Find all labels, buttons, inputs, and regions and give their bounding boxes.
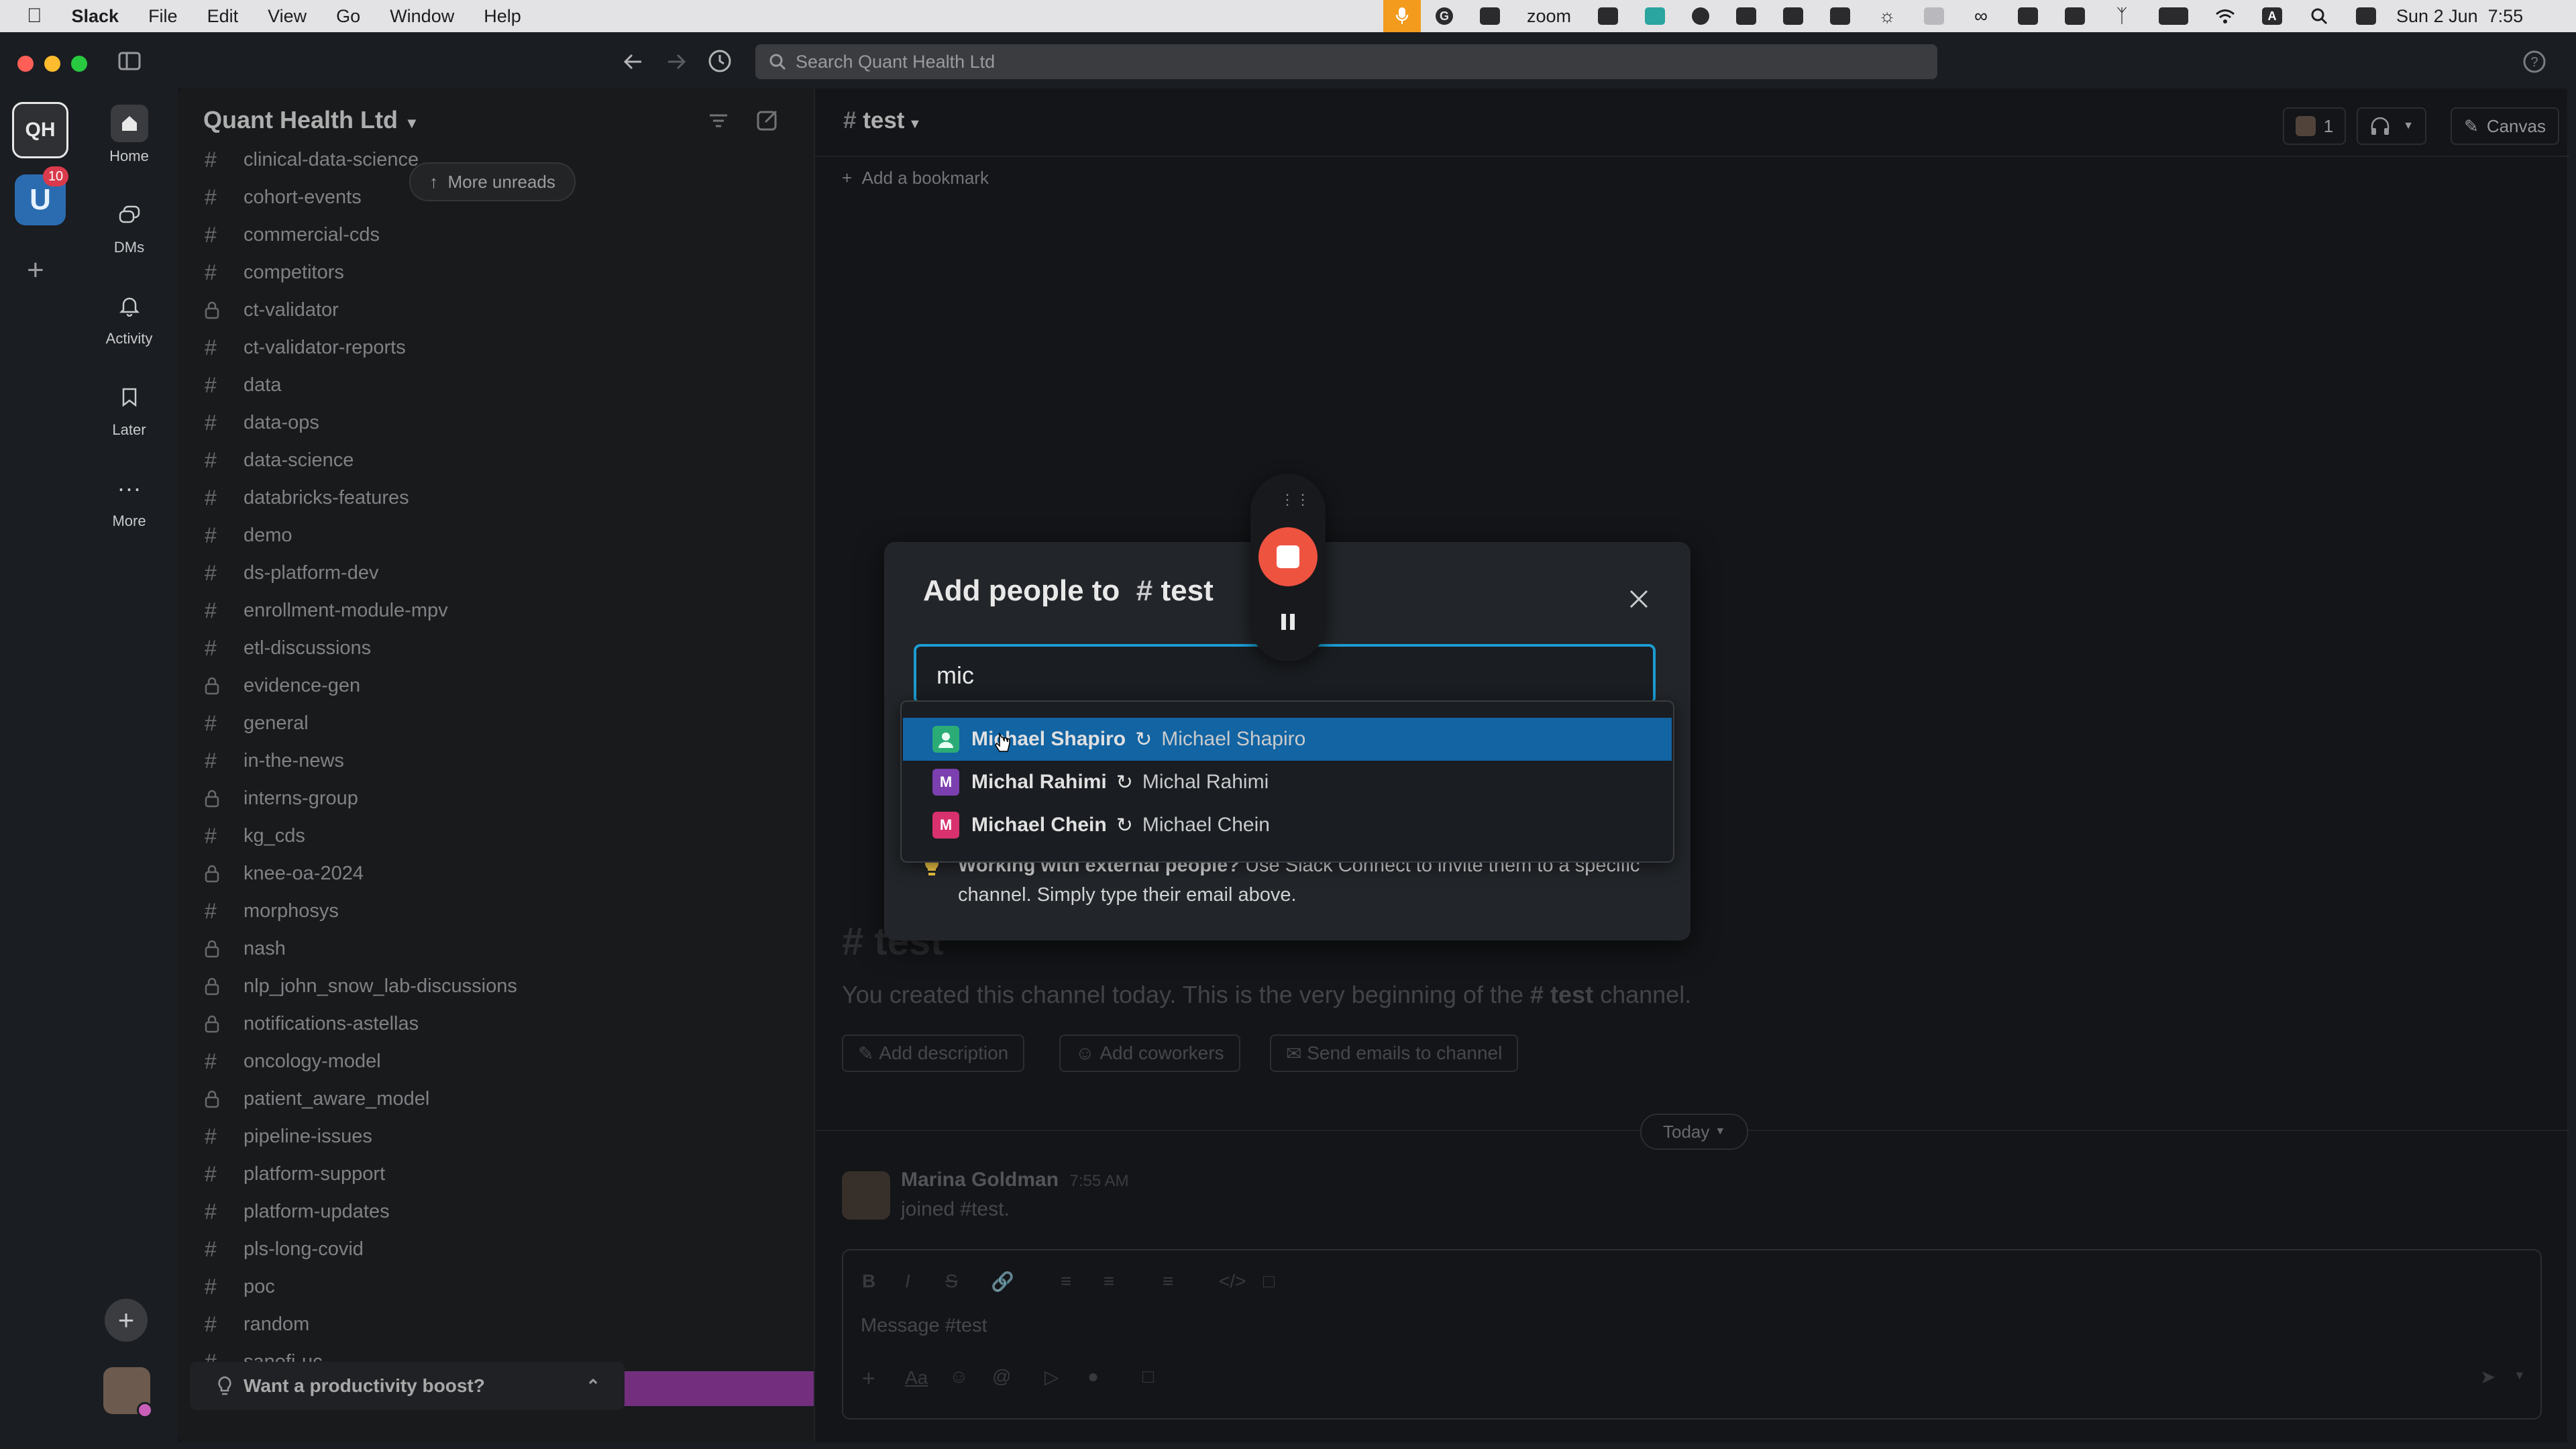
- podcast-icon[interactable]: [1692, 7, 1710, 25]
- menu-help[interactable]: Help: [484, 6, 521, 27]
- drive-icon[interactable]: [1598, 7, 1619, 25]
- apple-menu-icon[interactable]: : [27, 5, 42, 28]
- mouse-cursor: [994, 731, 1012, 755]
- suggestion-avatar: M: [932, 769, 959, 796]
- minimize-window-button[interactable]: [44, 56, 60, 72]
- suggestion-name: Michael Chein: [971, 814, 1107, 836]
- suggestion-avatar: [932, 726, 959, 753]
- zoom-icon[interactable]: zoom: [1527, 6, 1571, 26]
- nav-activity[interactable]: Activity: [80, 287, 178, 347]
- bell-icon: [111, 287, 148, 325]
- grammarly-icon[interactable]: G: [1436, 7, 1453, 25]
- people-suggestions: Michael Shapiro ↻ Michael Shapiro M Mich…: [900, 700, 1674, 863]
- search-placeholder: Search Quant Health Ltd: [796, 51, 996, 72]
- workspace-badge: 10: [43, 166, 68, 186]
- folder-icon[interactable]: [1924, 7, 1945, 25]
- people-icon[interactable]: [1645, 7, 1666, 25]
- suggestion-michael-chein[interactable]: M Michael Chein ↻ Michael Chein: [903, 804, 1672, 847]
- nav-later-label: Later: [112, 421, 146, 438]
- zoom-window-button[interactable]: [71, 56, 87, 72]
- help-icon[interactable]: ?: [2522, 50, 2546, 74]
- nav-more[interactable]: ··· More: [80, 470, 178, 530]
- menu-file[interactable]: File: [148, 6, 178, 27]
- mic-active-icon[interactable]: [1383, 0, 1421, 32]
- brightness-icon[interactable]: ☼: [1877, 5, 1897, 26]
- menu-window[interactable]: Window: [390, 6, 454, 27]
- nav-home-label: Home: [109, 148, 149, 164]
- suggestion-real-name: Michal Rahimi: [1142, 771, 1269, 793]
- presence-indicator: [137, 1402, 153, 1418]
- suggestion-name: Michal Rahimi: [971, 771, 1107, 793]
- dms-icon: [111, 196, 148, 233]
- stop-recording-button[interactable]: [1258, 527, 1318, 586]
- user-avatar[interactable]: [103, 1367, 153, 1418]
- glasses-icon[interactable]: ∞: [1971, 5, 1991, 26]
- modal-title: Add people to # test: [923, 574, 1214, 607]
- screen-recording-widget: ⋮⋮: [1250, 474, 1326, 661]
- create-new-icon[interactable]: +: [105, 1299, 148, 1342]
- menubar-datetime[interactable]: Sun 2 Jun 7:55: [2396, 6, 2523, 27]
- menu-view[interactable]: View: [268, 6, 307, 27]
- workspace-rail: QH U 10 +: [0, 89, 80, 1449]
- sync-icon: ↻: [1135, 728, 1152, 751]
- spotlight-icon[interactable]: [2309, 7, 2329, 25]
- close-window-button[interactable]: [17, 56, 34, 72]
- dots-app-icon[interactable]: [1736, 7, 1757, 25]
- back-arrow-icon[interactable]: [621, 50, 645, 74]
- outlook-icon[interactable]: [2065, 7, 2086, 25]
- bookmark-icon: [111, 378, 148, 416]
- nav-later[interactable]: Later: [80, 378, 178, 439]
- fast-forward-icon[interactable]: [1830, 7, 1851, 25]
- more-dots-icon: ···: [117, 474, 142, 502]
- clipboard-icon[interactable]: [1783, 7, 1804, 25]
- nav-rail: Home DMs Activity Later ··· More +: [80, 89, 178, 1449]
- nav-home[interactable]: Home: [80, 105, 178, 165]
- history-icon[interactable]: [707, 48, 733, 74]
- cloud-icon[interactable]: [1480, 7, 1500, 25]
- people-search-input[interactable]: [935, 656, 1609, 695]
- menu-edit[interactable]: Edit: [207, 6, 239, 27]
- add-workspace-icon[interactable]: +: [27, 254, 44, 287]
- search-icon: [769, 54, 786, 70]
- suggestion-real-name: Michael Shapiro: [1161, 728, 1306, 750]
- modal-title-channel: test: [1161, 574, 1214, 607]
- modal-title-text: Add people to: [923, 574, 1120, 607]
- bluetooth-icon[interactable]: ᛉ: [2112, 5, 2132, 26]
- search-input[interactable]: Search Quant Health Ltd: [755, 44, 1937, 79]
- forward-arrow-icon[interactable]: [664, 50, 688, 74]
- suggestion-michal-rahimi[interactable]: M Michal Rahimi ↻ Michal Rahimi: [903, 761, 1672, 804]
- sync-icon: ↻: [1116, 814, 1133, 837]
- home-icon: [110, 105, 148, 142]
- suggestion-real-name: Michael Chein: [1142, 814, 1270, 836]
- workspace-quant-health[interactable]: QH: [12, 102, 68, 158]
- control-center-icon[interactable]: [2356, 7, 2377, 25]
- nav-dms-label: DMs: [113, 239, 145, 256]
- nav-more-label: More: [112, 513, 146, 529]
- input-source-icon[interactable]: A: [2262, 7, 2283, 25]
- stop-icon: [1277, 545, 1299, 568]
- close-icon[interactable]: [1622, 582, 1656, 616]
- battery-icon[interactable]: [2159, 7, 2189, 25]
- macos-menubar:  Slack File Edit View Go Window Help G …: [0, 0, 2576, 32]
- menu-app-name[interactable]: Slack: [72, 6, 119, 27]
- menu-go[interactable]: Go: [336, 6, 360, 27]
- drag-handle-icon[interactable]: ⋮⋮: [1280, 491, 1311, 508]
- svg-text:?: ?: [2530, 55, 2538, 70]
- nav-dms[interactable]: DMs: [80, 196, 178, 256]
- pause-recording-icon[interactable]: [1279, 612, 1297, 632]
- sidebar-toggle-icon[interactable]: [118, 51, 141, 71]
- sync-icon: ↻: [1116, 771, 1133, 794]
- battery-app-icon[interactable]: [2018, 7, 2039, 25]
- nav-activity-label: Activity: [105, 330, 153, 347]
- suggestion-avatar: M: [932, 812, 959, 839]
- suggestion-michael-shapiro[interactable]: Michael Shapiro ↻ Michael Shapiro: [903, 718, 1672, 761]
- status-tray: G zoom ☼ ∞ ᛉ A Sun 2 Jun 7:55: [1383, 0, 2523, 32]
- wifi-icon[interactable]: [2215, 7, 2235, 25]
